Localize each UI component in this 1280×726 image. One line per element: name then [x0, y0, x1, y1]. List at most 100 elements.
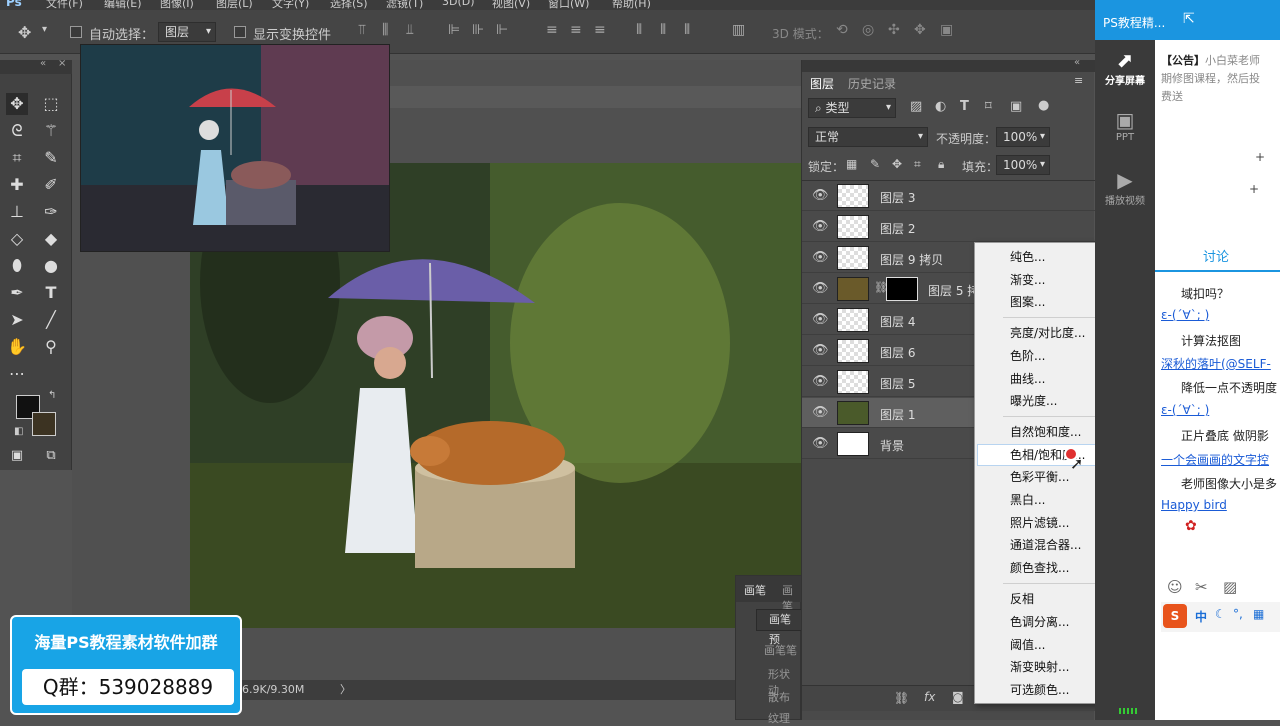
- plus-icon[interactable]: +: [1249, 182, 1259, 196]
- menu-item[interactable]: 曝光度...: [1010, 391, 1057, 411]
- visibility-eye-icon[interactable]: 👁︎: [812, 219, 829, 234]
- chat-username[interactable]: 深秋的落叶(@SELF-: [1161, 355, 1271, 372]
- crop-tool-icon[interactable]: ⌗: [6, 147, 28, 169]
- moon-icon[interactable]: ☾: [1215, 607, 1226, 621]
- menu-help[interactable]: 帮助(H): [612, 0, 651, 10]
- plus-icon[interactable]: +: [1255, 150, 1265, 164]
- distribute-bottom-icon[interactable]: ≡: [594, 22, 606, 38]
- distribute-left-icon[interactable]: ⦀: [636, 22, 642, 38]
- menu-item[interactable]: 色彩平衡...: [1010, 467, 1069, 487]
- auto-select-dropdown[interactable]: 图层 ▾: [158, 22, 216, 42]
- visibility-eye-icon[interactable]: 👁︎: [812, 343, 829, 358]
- menu-image[interactable]: 图像(I): [160, 0, 194, 10]
- align-hcenter-icon[interactable]: ⊪: [472, 22, 484, 38]
- distribute-hcenter-icon[interactable]: ⦀: [660, 22, 666, 38]
- blur-tool-icon[interactable]: ⬮: [6, 255, 28, 277]
- healing-brush-icon[interactable]: ✚: [6, 174, 28, 196]
- show-transform-checkbox[interactable]: [234, 26, 246, 38]
- document-tab[interactable]: [390, 86, 802, 108]
- default-colors-icon[interactable]: ◧: [14, 426, 23, 437]
- chat-username[interactable]: ε-(´∀`; ): [1161, 308, 1209, 322]
- filter-type-icon[interactable]: T: [960, 99, 969, 114]
- auto-align-icon[interactable]: ▥: [732, 22, 745, 38]
- paint-bucket-icon[interactable]: ◆: [40, 228, 62, 250]
- promo-banner[interactable]: 海量PS教程素材软件加群 Q群：539028889: [10, 615, 242, 715]
- layer-filter-dropdown[interactable]: ⌕ 类型 ▾: [808, 98, 896, 118]
- collapse-icon[interactable]: «: [1074, 57, 1080, 68]
- eraser-icon[interactable]: ◇: [6, 228, 28, 250]
- swap-colors-icon[interactable]: ↰: [48, 390, 56, 401]
- blend-mode-dropdown[interactable]: 正常 ▾: [808, 127, 928, 147]
- align-bottom-icon[interactable]: ⫫: [406, 22, 414, 38]
- marquee-tool-icon[interactable]: ⬚: [40, 93, 62, 115]
- collapse-icon[interactable]: «: [40, 58, 46, 69]
- 3d-roll-icon[interactable]: ◎: [862, 22, 874, 38]
- fill-input[interactable]: 100% ▾: [996, 155, 1050, 175]
- menu-filter[interactable]: 滤镜(T): [386, 0, 423, 10]
- brush-tool-icon[interactable]: ✐: [40, 174, 62, 196]
- menu-file[interactable]: 文件(F): [46, 0, 83, 10]
- menu-item[interactable]: 图案...: [1010, 292, 1045, 312]
- lasso-tool-icon[interactable]: ᘓ: [6, 120, 28, 142]
- menu-item[interactable]: 色阶...: [1010, 346, 1045, 366]
- menu-item[interactable]: 通道混合器...: [1010, 535, 1081, 555]
- layer-row[interactable]: 👁︎ 图层 2: [802, 212, 1095, 242]
- menu-item[interactable]: 自然饱和度...: [1010, 422, 1081, 442]
- screen-mode-icon[interactable]: ⧉: [40, 445, 62, 467]
- type-tool-icon[interactable]: T: [40, 282, 62, 304]
- menu-type[interactable]: 文字(Y): [272, 0, 309, 10]
- quick-mask-icon[interactable]: ▣: [6, 445, 28, 467]
- menu-item[interactable]: 色调分离...: [1010, 612, 1069, 632]
- sogou-logo-icon[interactable]: S: [1163, 604, 1187, 628]
- ime-mode-label[interactable]: 中: [1195, 608, 1207, 625]
- tab-brush[interactable]: 画笔: [744, 582, 766, 598]
- auto-select-checkbox[interactable]: [70, 26, 82, 38]
- visibility-eye-icon[interactable]: 👁︎: [812, 250, 829, 265]
- menu-item[interactable]: 颜色查找...: [1010, 558, 1069, 578]
- distribute-vcenter-icon[interactable]: ≡: [570, 22, 582, 38]
- align-vcenter-icon[interactable]: ⫼: [382, 22, 388, 38]
- path-select-icon[interactable]: ➤: [6, 309, 28, 331]
- menu-item[interactable]: 黑白...: [1010, 490, 1045, 510]
- pen-tool-icon[interactable]: ✒: [6, 282, 28, 304]
- menu-select[interactable]: 选择(S): [330, 0, 368, 10]
- share-screen-button[interactable]: ⬈ 分享屏幕: [1095, 48, 1155, 108]
- fx-icon[interactable]: fx: [924, 690, 935, 704]
- close-icon[interactable]: ×: [58, 58, 66, 69]
- texture-item[interactable]: 纹理: [768, 710, 790, 726]
- menu-view[interactable]: 视图(V): [492, 0, 530, 10]
- eyedropper-icon[interactable]: ✎: [40, 147, 62, 169]
- menu-item[interactable]: 照片滤镜...: [1010, 513, 1069, 533]
- hand-tool-icon[interactable]: ✋: [6, 336, 28, 358]
- 3d-rotate-icon[interactable]: ⟲: [836, 22, 848, 38]
- add-mask-icon[interactable]: ◙: [952, 690, 964, 704]
- menu-item[interactable]: 曲线...: [1010, 369, 1045, 389]
- emoji-icon[interactable]: ☺: [1167, 578, 1183, 596]
- visibility-eye-icon[interactable]: 👁︎: [812, 188, 829, 203]
- filter-toggle-icon[interactable]: ●: [1038, 98, 1049, 113]
- menu-item[interactable]: 阈值...: [1010, 635, 1045, 655]
- visibility-eye-icon[interactable]: 👁︎: [812, 312, 829, 327]
- play-video-button[interactable]: ▶ 播放视频: [1095, 168, 1155, 228]
- 3d-scale-icon[interactable]: ▣: [940, 22, 953, 38]
- scattering-item[interactable]: 散布: [768, 689, 790, 705]
- menu-item[interactable]: 渐变映射...: [1010, 657, 1069, 677]
- clone-stamp-icon[interactable]: ⊥: [6, 201, 28, 223]
- share-out-icon[interactable]: ⇱: [1183, 11, 1195, 27]
- align-left-icon[interactable]: ⊫: [448, 22, 460, 38]
- lock-image-icon[interactable]: ✎: [870, 157, 880, 171]
- brush-presets-button[interactable]: 画笔预: [756, 609, 802, 646]
- visibility-eye-icon[interactable]: 👁︎: [812, 436, 829, 451]
- menu-item[interactable]: 渐变...: [1010, 270, 1045, 290]
- menu-window[interactable]: 窗口(W): [548, 0, 589, 10]
- align-right-icon[interactable]: ⊩: [496, 22, 508, 38]
- opacity-input[interactable]: 100% ▾: [996, 127, 1050, 147]
- visibility-eye-icon[interactable]: 👁︎: [812, 405, 829, 420]
- reference-image[interactable]: [80, 44, 390, 252]
- tab-history[interactable]: 历史记录: [848, 75, 896, 92]
- more-tools-icon[interactable]: ⋯: [6, 363, 28, 385]
- zoom-tool-icon[interactable]: ⚲: [40, 336, 62, 358]
- move-tool-icon[interactable]: ✥: [18, 23, 31, 42]
- filter-shape-icon[interactable]: ⌑: [985, 99, 992, 114]
- filter-pixel-icon[interactable]: ▨: [910, 99, 922, 114]
